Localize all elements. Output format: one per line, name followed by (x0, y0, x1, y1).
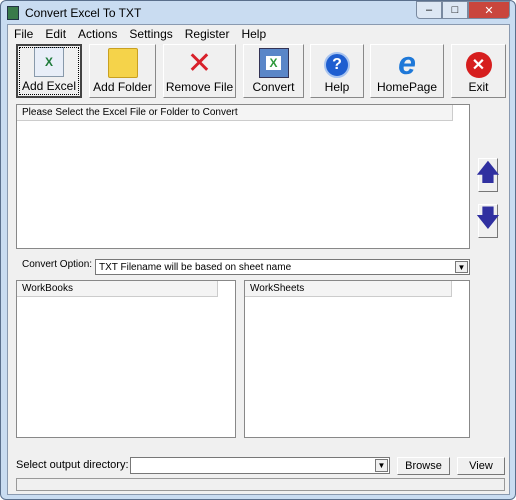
workbooks-header: WorkBooks (17, 281, 217, 297)
app-window: Convert Excel To TXT – □ ✕ File Edit Act… (0, 0, 516, 500)
worksheets-list[interactable]: WorkSheets (244, 280, 470, 438)
button-label: Add Excel (21, 79, 77, 93)
move-up-button[interactable]: 🡅 (476, 158, 500, 192)
homepage-button[interactable]: e HomePage (370, 44, 444, 98)
question-icon: ? (324, 52, 350, 78)
output-directory-combo[interactable]: ▼ (130, 457, 390, 474)
button-label: Exit (468, 80, 489, 94)
exit-icon: ✕ (465, 52, 492, 78)
app-icon (7, 6, 19, 20)
maximize-button[interactable]: □ (442, 1, 468, 19)
client-area: File Edit Actions Settings Register Help… (7, 24, 510, 495)
ie-icon: e (398, 44, 416, 81)
move-down-button[interactable]: 🡇 (476, 204, 500, 238)
file-list[interactable]: Please Select the Excel File or Folder t… (16, 104, 470, 249)
menu-bar: File Edit Actions Settings Register Help (8, 25, 509, 42)
menu-register[interactable]: Register (179, 25, 236, 42)
remove-file-button[interactable]: ✕ Remove File (163, 44, 236, 98)
minimize-button[interactable]: – (416, 1, 442, 19)
excel-sheet-icon: X (34, 47, 64, 77)
workbooks-list[interactable]: WorkBooks (16, 280, 236, 438)
file-list-header: Please Select the Excel File or Folder t… (17, 105, 453, 121)
button-label: Help (324, 80, 350, 94)
header-spacer (451, 281, 469, 297)
chevron-down-icon[interactable]: ▼ (455, 261, 468, 273)
button-label: Add Folder (93, 80, 152, 94)
add-folder-button[interactable]: Add Folder (89, 44, 156, 98)
button-label: HomePage (376, 80, 438, 94)
convert-option-select[interactable]: TXT Filename will be based on sheet name… (95, 259, 470, 275)
convert-button[interactable]: X Convert (243, 44, 304, 98)
menu-file[interactable]: File (8, 25, 39, 42)
window-title: Convert Excel To TXT (25, 6, 142, 20)
close-button[interactable]: ✕ (468, 1, 510, 19)
menu-actions[interactable]: Actions (72, 25, 123, 42)
chevron-down-icon[interactable]: ▼ (375, 459, 388, 472)
folder-icon (107, 48, 138, 78)
exit-button[interactable]: ✕ Exit (451, 44, 506, 98)
menu-edit[interactable]: Edit (39, 25, 72, 42)
button-label: Convert (252, 80, 295, 94)
menu-help[interactable]: Help (235, 25, 272, 42)
menu-settings[interactable]: Settings (123, 25, 178, 42)
window-controls: – □ ✕ (416, 1, 510, 19)
output-directory-label: Select output directory: (16, 459, 129, 471)
progress-bar (16, 478, 505, 491)
worksheets-header: WorkSheets (245, 281, 451, 297)
excel-notebook-icon: X (258, 48, 289, 78)
add-excel-button[interactable]: X Add Excel (16, 44, 82, 98)
convert-option-value: TXT Filename will be based on sheet name (99, 262, 292, 273)
header-spacer (217, 281, 235, 297)
header-spacer (452, 105, 470, 121)
button-label: Remove File (165, 80, 234, 94)
title-bar: Convert Excel To TXT (7, 4, 141, 22)
convert-option-label: Convert Option: (22, 259, 93, 270)
red-x-icon: ✕ (186, 46, 213, 80)
view-button[interactable]: View (457, 457, 505, 475)
help-button[interactable]: ? Help (310, 44, 364, 98)
browse-button[interactable]: Browse (397, 457, 450, 475)
